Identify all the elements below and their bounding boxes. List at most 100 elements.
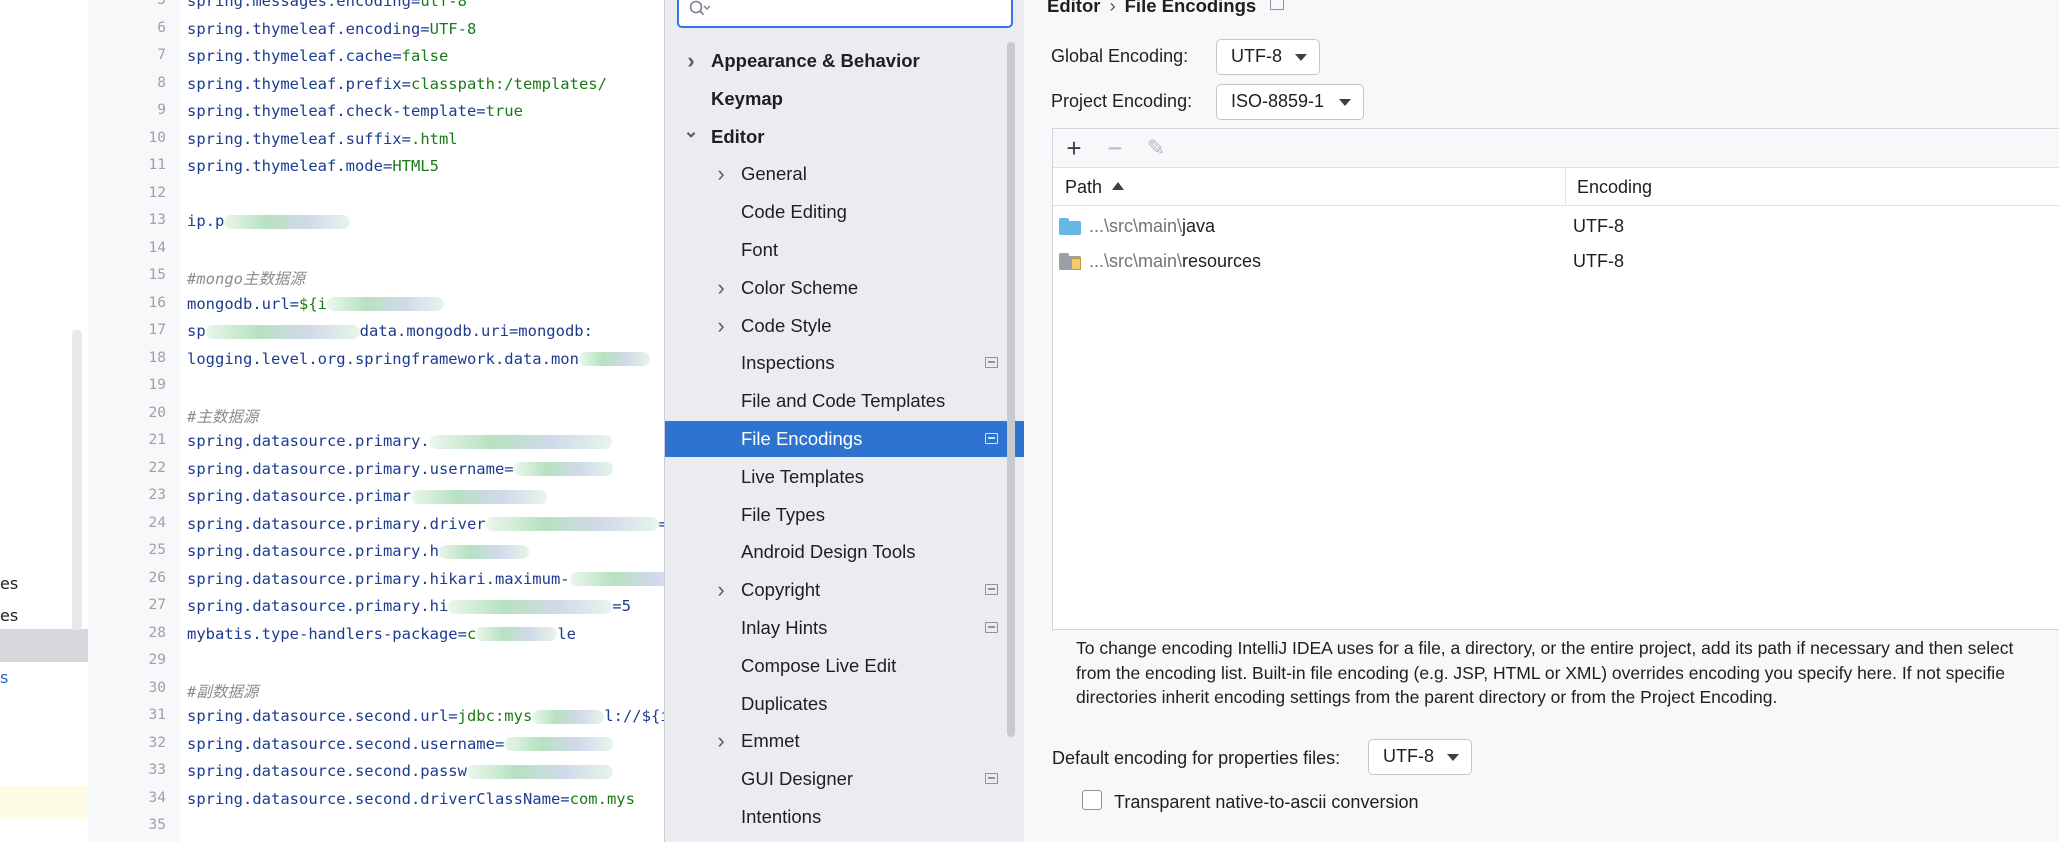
code-line[interactable]: spring.datasource.primary.hi =5 [187,597,631,615]
code-line[interactable]: #主数据源 [187,405,258,427]
nav-item-copyright[interactable]: › Copyright [665,572,1025,608]
code-line[interactable]: spring.datasource.primary. [187,432,612,450]
redacted-text [569,572,665,586]
nav-item-color-scheme[interactable]: › Color Scheme [665,270,1025,306]
nav-item-intentions[interactable]: Intentions [665,799,1025,835]
nav-item-label: Code Editing [741,201,847,223]
nav-item-file-encodings[interactable]: File Encodings [665,421,1025,457]
code-line[interactable]: spring.datasource.second.url=jdbc:mys l:/… [187,707,665,725]
chevron-right-icon[interactable]: › [683,43,699,79]
code-line[interactable]: #副数据源 [187,680,258,702]
code-line[interactable]: spring.thymeleaf.cache=false [187,47,448,65]
code-line[interactable]: spring.datasource.primary.driver=com.my [187,515,665,533]
code-line[interactable]: mongodb.url=${i [187,295,444,313]
code-line[interactable]: spring.datasource.second.passw [187,762,613,780]
nav-scrollbar[interactable] [1007,42,1015,737]
editor-gutter: 5 6 7 8 9 10 11 12 13 14 15 16 17 18 19 20 21 22 23 24 25 26 2… [88,0,180,842]
nav-item-inspections[interactable]: Inspections [665,345,1025,381]
nav-item-compose-live-edit[interactable]: Compose Live Edit [665,648,1025,684]
nav-item-appearance-behavior[interactable]: › Appearance & Behavior [665,43,1025,79]
redacted-text [578,352,650,366]
row-encoding[interactable]: UTF-8 [1573,209,1624,243]
nav-item-gui-designer[interactable]: GUI Designer [665,761,1025,797]
chevron-right-icon[interactable]: › [713,156,729,192]
code-line[interactable]: mybatis.type-handlers-package=c le [187,625,576,643]
nav-item-file-types[interactable]: File Types [665,497,1025,533]
redacted-text [504,737,614,751]
code-line[interactable]: #mongo主数据源 [187,267,305,289]
native-to-ascii-checkbox[interactable] [1082,790,1102,810]
column-path-header[interactable]: Path [1065,168,1125,206]
table-row[interactable]: ...\src\main\resources UTF-8 [1053,244,2059,278]
tree-item[interactable]: es [0,574,18,593]
code-line[interactable]: spring.datasource.primary.hikari.maximum… [187,570,665,588]
nav-item-editor[interactable]: ⌄ Editor [665,119,1025,155]
chevron-right-icon[interactable]: › [713,572,729,608]
nav-item-duplicates[interactable]: Duplicates [665,686,1025,722]
redacted-text [410,489,547,504]
code-line[interactable]: spring.thymeleaf.suffix=.html [187,130,458,148]
tree-item[interactable]: s [0,668,8,687]
breadcrumb-parent[interactable]: Editor [1047,0,1100,16]
code-line[interactable]: logging.level.org.springframework.data.m… [187,350,650,368]
code-line[interactable]: spring.thymeleaf.encoding=UTF-8 [187,20,476,38]
code-line[interactable]: spring.datasource.primar [187,487,547,505]
row-encoding[interactable]: UTF-8 [1573,244,1624,278]
table-row[interactable]: ...\src\main\java UTF-8 [1053,209,2059,243]
code-line[interactable]: spring.datasource.second.username= [187,735,614,753]
code-line[interactable]: spring.messages.encoding=utf-8 [187,0,467,10]
code-line[interactable]: spring.thymeleaf.mode=HTML5 [187,157,439,175]
redacted-text [513,462,613,476]
line-number: 29 [148,652,166,668]
code-line[interactable]: spring.datasource.primary.username= [187,460,613,478]
code-line[interactable]: spring.thymeleaf.check-template=true [187,102,523,120]
resources-folder-icon [1059,253,1081,270]
project-encoding-dropdown[interactable]: ISO-8859-1 [1216,84,1364,120]
code-line[interactable]: spring.thymeleaf.prefix=classpath:/templ… [187,75,607,93]
tree-scrollbar[interactable] [72,330,82,630]
properties-encoding-dropdown[interactable]: UTF-8 [1368,739,1472,775]
code-editor[interactable]: spring.messages.encoding=utf-8 spring.thy… [180,0,665,842]
tree-item[interactable]: es [0,606,18,625]
chevron-right-icon[interactable]: › [713,270,729,306]
add-path-button[interactable]: + [1059,133,1089,163]
code-line[interactable]: ip.p [187,212,351,230]
settings-search-input[interactable] [717,0,997,22]
nav-item-inlay-hints[interactable]: Inlay Hints [665,610,1025,646]
nav-item-label: Copyright [741,579,821,601]
nav-item-font[interactable]: Font [665,232,1025,268]
line-number: 27 [148,597,166,613]
nav-item-keymap[interactable]: Keymap [665,81,1025,117]
nav-item-android-design-tools[interactable]: Android Design Tools [665,534,1025,570]
line-number: 5 [157,0,166,8]
nav-item-emmet[interactable]: › Emmet [665,723,1025,759]
line-number: 26 [148,569,166,586]
settings-search-field[interactable] [677,0,1013,28]
column-encoding-header[interactable]: Encoding [1577,168,1652,206]
column-divider[interactable] [1565,168,1566,206]
chevron-down-icon[interactable]: ⌄ [683,113,699,149]
line-number: 32 [148,734,166,751]
chevron-right-icon[interactable]: › [713,308,729,344]
nav-item-code-style[interactable]: › Code Style [665,308,1025,344]
project-encoding-value: ISO-8859-1 [1231,91,1325,111]
nav-item-file-and-code-templates[interactable]: File and Code Templates [665,383,1025,419]
code-line[interactable]: spring.datasource.second.driverClassName… [187,790,635,808]
nav-item-label: File Encodings [741,428,863,449]
help-text: To change encoding IntelliJ IDEA uses fo… [1076,638,2014,707]
global-encoding-dropdown[interactable]: UTF-8 [1216,39,1320,75]
nav-item-general[interactable]: › General [665,156,1025,192]
properties-encoding-value: UTF-8 [1383,746,1434,766]
chevron-right-icon[interactable]: › [713,723,729,759]
tree-selected-row[interactable] [0,629,88,662]
code-line[interactable]: sp data.mongodb.uri=mongodb: [187,322,593,340]
nav-item-live-templates[interactable]: Live Templates [665,459,1025,495]
edit-path-button[interactable]: ✎ [1141,133,1171,163]
settings-nav-tree: › Appearance & Behavior Keymap ⌄ Editor › Gene… [664,0,1025,842]
code-line[interactable]: spring.datasource.primary.h [187,542,529,560]
remove-path-button[interactable]: − [1100,133,1130,163]
nav-item-label: Color Scheme [741,276,859,298]
native-to-ascii-label[interactable]: Transparent native-to-ascii conversion [1114,792,1418,813]
nav-item-code-editing[interactable]: Code Editing [665,194,1025,230]
line-number: 33 [148,762,166,778]
